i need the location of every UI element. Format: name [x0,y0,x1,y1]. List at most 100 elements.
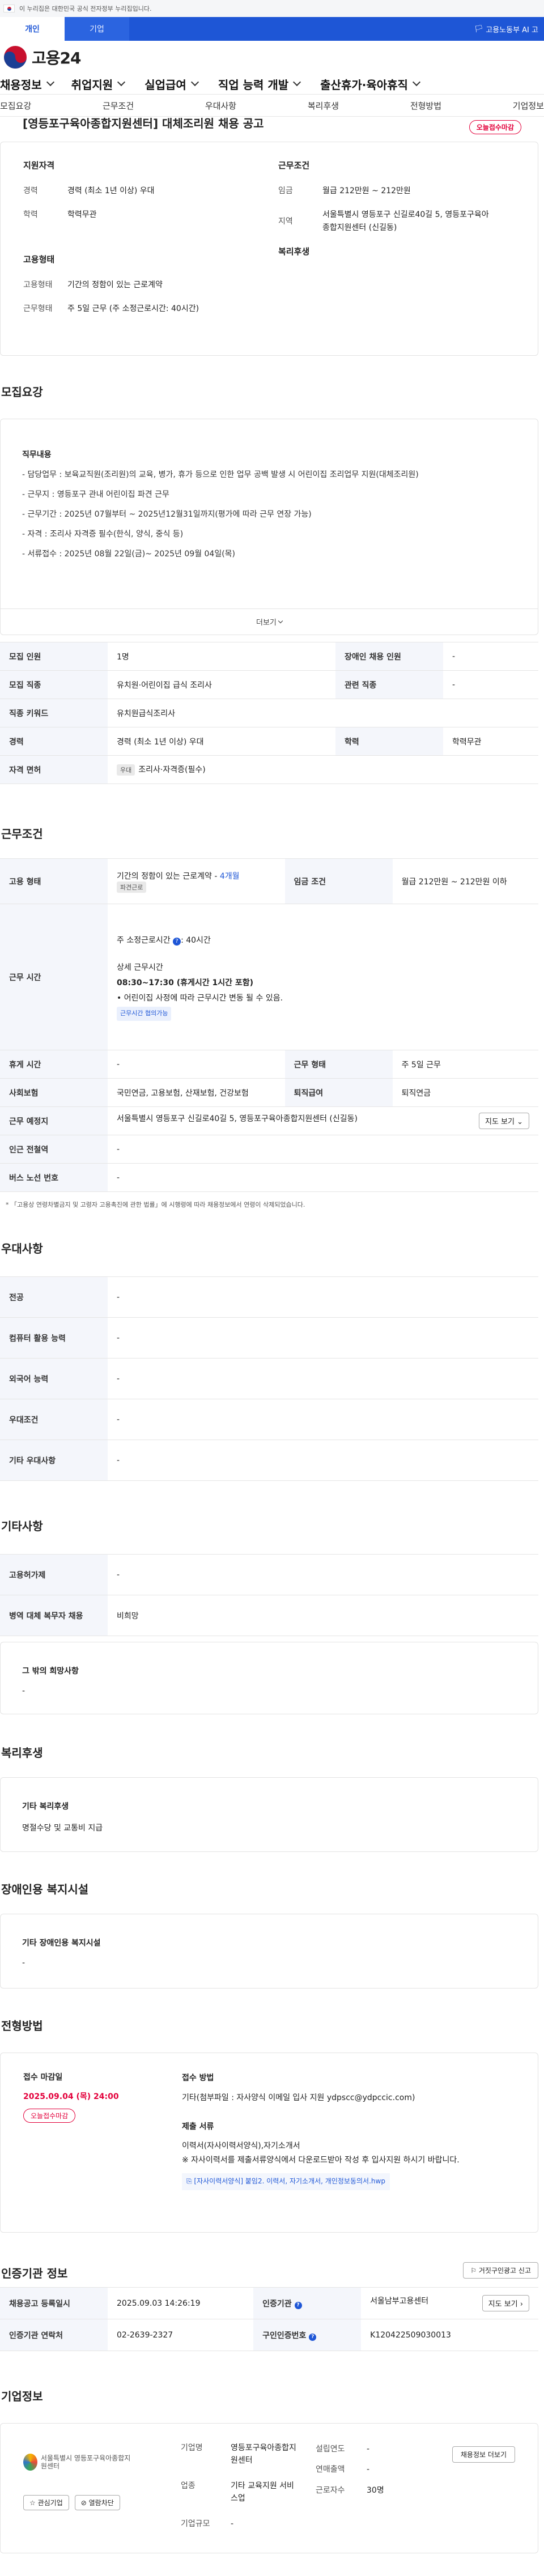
row-value: - [443,642,538,671]
row-value: - [108,1317,538,1359]
company-card: 서울특별시 영등포구육아종합지원센터 ☆ 관심기업 ⊘ 열람차단 기업명 영등포구… [0,2423,538,2553]
block-icon: ⊘ [80,2499,89,2507]
nav-unemployment[interactable]: 실업급여 [144,76,199,92]
info-icon[interactable]: ? [173,937,181,946]
ministry-link[interactable]: 🏳︎ 고용노동부 AI 고 [474,17,544,41]
kv-value: 경력 (최소 1년 이상) 우대 [67,186,155,195]
kv-key: 근로자수 [316,2485,345,2495]
map-button[interactable]: 지도 보기 › [482,2295,529,2311]
logo-icon[interactable] [2,44,28,70]
row-header: 외국어 능력 [0,1358,108,1399]
tab-benefit[interactable]: 복리후생 [308,100,339,112]
report-label: 거짓구인광고 신고 [478,2267,531,2275]
benefit-title: 복리후생 [1,1746,43,1760]
table-row: 고용허가제 - [0,1554,538,1595]
job-line: - 근무지 : 영등포구 관내 어린이집 파견 근무 [22,490,169,499]
kv-key: 기업규모 [181,2519,210,2528]
table-row: 병역 대체 복무자 채용 비희망 [0,1595,538,1636]
row-value: - [443,670,538,699]
attachment-link[interactable]: ⎘ [자사이력서양식] 붙임2. 이력서, 자기소개서, 개인정보동의서.hwp [182,2173,390,2190]
company-info-2: 설립연도 - 연매출액 - 근로자수 30명 [316,2443,384,2497]
kv-key: 근무형태 [23,304,53,314]
row-value: 월급 212만원 ~ 212만원 이하 [392,858,538,904]
row-value: 유치원·어린이집 급식 조리사 [108,670,336,699]
chevron-down-icon [117,78,126,87]
report-icon: ⚐ [470,2267,479,2275]
row-value: - [108,1440,538,1481]
tab-company[interactable]: 기업정보 [513,100,544,112]
job-line: - 자격 : 조리사 자격증 필수(한식, 양식, 중식 등) [22,530,184,539]
fav-label: 관심기업 [37,2499,63,2507]
row-value: 서울남부고용센터 지도 보기 › [361,2287,538,2319]
tab-personal[interactable]: 개인 [0,17,65,41]
company-ind-row: 업종 기타 교육지원 서비스업 [181,2480,299,2505]
tab-process[interactable]: 전형방법 [410,100,441,112]
table-row: 근무 예정지 서울특별시 영등포구 신길로40길 5, 영등포구육아종합지원센터 … [0,1106,538,1135]
main-nav: 채용정보 취업지원 실업급여 직업 능력 개발 출산휴가·육아휴직 [0,74,544,94]
job-line: - 근무기간 : 2025년 07월부터 ~ 2025년12월31일까지(평가에… [22,510,312,519]
nav-jobs[interactable]: 채용정보 [0,76,54,92]
ministry-text: 고용노동부 AI 고 [486,25,538,35]
cond-title: 근무조건 [278,160,310,171]
deadline-badge: 오늘접수마감 [469,120,521,134]
info-icon[interactable]: ? [294,2301,302,2309]
tab-pref[interactable]: 우대사항 [205,100,236,112]
table-row: 사회보험 국민연금, 고용보험, 산재보험, 건강보험 퇴직급여 퇴직연금 [0,1078,538,1107]
auth-title: 인증기관 정보 [1,2267,68,2280]
table-row: 자격 면허 우대 조리사·자격증(필수) [0,755,538,784]
job-description: 직무내용 - 담당업무 : 보육교직원(조리원)의 교육, 병가, 휴가 등으로… [1,419,538,564]
logo-text[interactable]: 고용24 [32,46,81,69]
row-header: 구인인증번호 ? [253,2319,362,2351]
more-button[interactable]: 더보기 [1,608,538,635]
qual-career: 경력 경력 (최소 1년 이상) 우대 [23,185,199,197]
deadline-label: 접수 마감일 [23,2073,63,2082]
disab-title: 장애인용 복지시설 [1,1883,89,1896]
table-row: 모집 인원 1명 장애인 채용 인원 - [0,642,538,671]
row-header: 우대조건 [0,1399,108,1440]
company-logo: 서울특별시 영등포구육아종합지원센터 [23,2444,131,2480]
kv-key: 학력 [23,210,38,220]
hours-note: • 어린이집 사정에 따라 근무시간 변동 될 수 있음. [117,993,283,1003]
etc-title: 기타사항 [1,1519,43,1533]
block-button[interactable]: ⊘ 열람차단 [74,2495,120,2510]
kv-value: 월급 212만원 ~ 212만원 [322,186,411,195]
dispatch-tag: 파견근로 [117,881,147,893]
row-header: 모집 직종 [0,670,108,699]
row-value: 2025.09.03 14:26:19 [108,2287,254,2319]
table-row: 컴퓨터 활용 능력 - [0,1317,538,1359]
posting-title-row: [영등포구육아종합지원센터] 대체조리원 채용 공고 오늘접수마감 [0,117,544,143]
pref-table: 전공 - 컴퓨터 활용 능력 - 외국어 능력 - 우대조건 - 기타 우대사항 - [0,1276,538,1481]
more-jobs-button[interactable]: 채용정보 더보기 [452,2446,515,2463]
nav-parental[interactable]: 출산휴가·육아휴직 [320,76,421,92]
row-header: 장애인 채용 인원 [335,642,444,671]
nav-label: 직업 능력 개발 [218,78,289,92]
company-emp-row: 근로자수 30명 [316,2484,384,2497]
qual-title: 지원자격 [23,160,55,171]
company-size-row: 기업규모 - [181,2518,299,2530]
section-tabs: 모집요강 근무조건 우대사항 복리후생 전형방법 기업정보 [0,94,544,117]
method-col: 접수 방법 기타(첨부파일 : 자사양식 이메일 입사 지원 ydpscc@yd… [182,2071,522,2190]
qual-edu: 학력 학력무관 [23,208,199,221]
nav-training[interactable]: 직업 능력 개발 [218,76,301,92]
tab-company[interactable]: 기업 [65,17,129,41]
company-rev-row: 연매출액 - [316,2463,384,2476]
fav-button[interactable]: ☆ 관심기업 [23,2495,69,2510]
tab-work[interactable]: 근무조건 [103,100,134,112]
weekly-hours-value: : 40시간 [181,935,211,945]
info-icon[interactable]: ? [309,2333,317,2341]
tab-recruit[interactable]: 모집요강 [0,100,31,112]
map-button[interactable]: 지도 보기 ⌄ [478,1113,529,1129]
report-button[interactable]: ⚐ 거짓구인광고 신고 [463,2262,538,2279]
row-value: 비희망 [108,1595,538,1636]
row-value: - [108,1358,538,1399]
method-value: 기타(첨부파일 : 자사양식 이메일 입사 지원 ydpscc@ydpccic.… [182,2093,415,2103]
kv-value: 주 5일 근무 (주 소정근로시간: 40시간) [67,304,199,314]
row-value: 02-2639-2327 [108,2319,254,2351]
nav-support[interactable]: 취업지원 [71,76,126,92]
auth-table: 채용공고 등록일시 2025.09.03 14:26:19 인증기관 ? 서울남부고용… [0,2287,538,2351]
row-header: 전공 [0,1276,108,1318]
row-header: 채용공고 등록일시 [0,2287,108,2319]
cond-area: 지역 서울특별시 영등포구 신길로40길 5, 영등포구육아종합지원센터 (신길동… [278,208,522,234]
nav-label: 출산휴가·육아휴직 [320,78,408,92]
chevron-down-icon [190,78,199,87]
